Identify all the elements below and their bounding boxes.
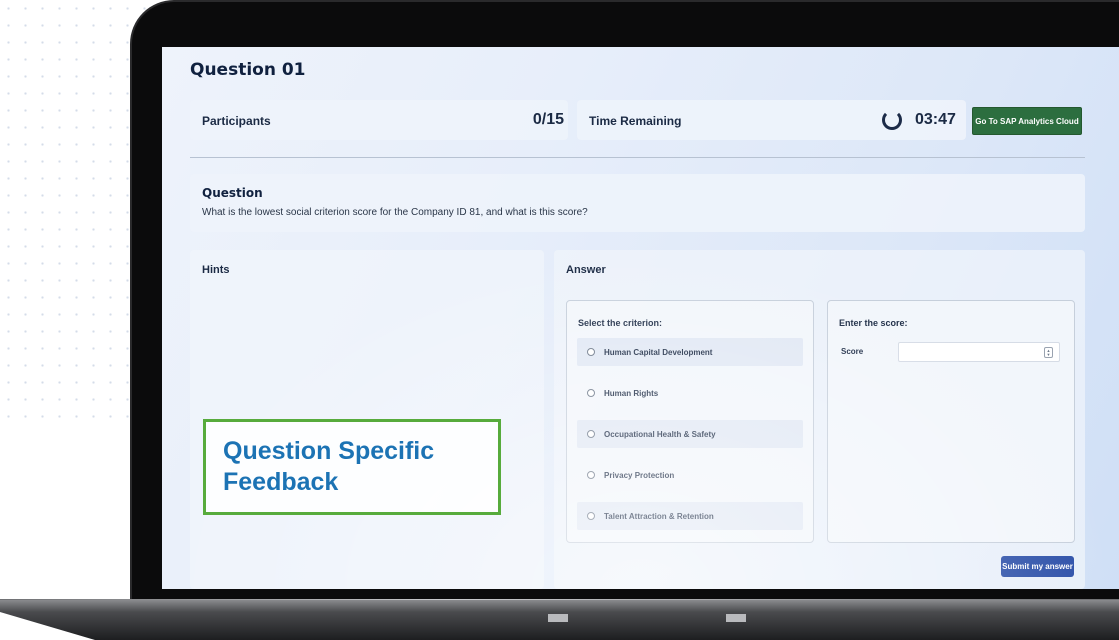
criterion-option-talent-attraction-retention[interactable]: Talent Attraction & Retention — [577, 502, 803, 530]
time-remaining-panel: Time Remaining — [577, 100, 966, 140]
header-divider — [190, 157, 1085, 158]
participants-label: Participants — [202, 114, 271, 128]
criterion-select-box: Select the criterion: Human Capital Deve… — [566, 300, 814, 543]
radio-icon[interactable] — [587, 389, 595, 397]
criterion-label: Select the criterion: — [578, 318, 663, 328]
submit-answer-button[interactable]: Submit my answer — [1001, 556, 1074, 577]
participants-count: 0/15 — [532, 111, 564, 128]
score-field-label: Score — [841, 347, 864, 356]
loading-spinner-icon — [882, 110, 902, 130]
answer-title: Answer — [566, 264, 606, 276]
go-to-sap-analytics-cloud-button[interactable]: Go To SAP Analytics Cloud — [972, 107, 1082, 135]
score-entry-box: Enter the score: Score ▲ ▼ — [827, 300, 1075, 543]
radio-icon[interactable] — [587, 430, 595, 438]
score-section-label: Enter the score: — [839, 318, 908, 328]
laptop-hinge-left — [548, 614, 568, 622]
radio-icon[interactable] — [587, 512, 595, 520]
radio-icon[interactable] — [587, 471, 595, 479]
option-label: Privacy Protection — [604, 470, 675, 480]
question-heading: Question — [202, 186, 263, 200]
laptop-hinge-right — [726, 614, 746, 622]
hints-title: Hints — [202, 264, 230, 276]
criterion-option-human-rights[interactable]: Human Rights — [577, 379, 803, 407]
option-label: Talent Attraction & Retention — [604, 511, 714, 521]
criterion-option-occupational-health-safety[interactable]: Occupational Health & Safety — [577, 420, 803, 448]
time-remaining-label: Time Remaining — [589, 114, 682, 128]
option-label: Human Capital Development — [604, 347, 713, 357]
radio-icon[interactable] — [587, 348, 595, 356]
question-text: What is the lowest social criterion scor… — [202, 207, 588, 218]
criterion-option-human-capital-development[interactable]: Human Capital Development — [577, 338, 803, 366]
option-label: Occupational Health & Safety — [604, 429, 716, 439]
option-label: Human Rights — [604, 388, 659, 398]
number-stepper-icon[interactable]: ▲ ▼ — [1044, 347, 1053, 358]
participants-panel: Participants 0/15 — [190, 100, 568, 140]
score-input[interactable]: ▲ ▼ — [898, 342, 1060, 362]
criterion-option-privacy-protection[interactable]: Privacy Protection — [577, 461, 803, 489]
time-remaining-value: 03:47 — [915, 111, 956, 128]
question-specific-feedback-callout: Question Specific Feedback — [203, 419, 501, 515]
question-panel: Question What is the lowest social crite… — [190, 174, 1085, 232]
stepper-down-icon[interactable]: ▼ — [1047, 352, 1051, 357]
page-title: Question 01 — [190, 60, 306, 80]
